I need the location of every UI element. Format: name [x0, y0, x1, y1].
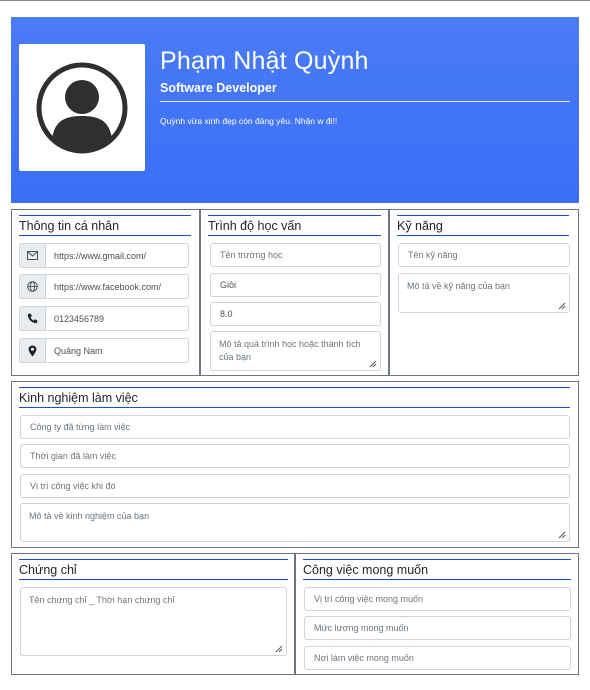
work-position-input[interactable]: Vị trí công việc khi đó: [20, 474, 570, 498]
section-rule-top: [19, 387, 570, 388]
user-avatar-icon: [36, 62, 128, 154]
phone-icon: [19, 306, 46, 331]
desired-salary-input[interactable]: Mức lương mong muốn: [304, 616, 571, 640]
desired-position-input[interactable]: Vị trí công việc mong muốn: [304, 587, 571, 611]
location-pin-icon: [19, 338, 46, 363]
section-rule-top: [303, 559, 571, 560]
school-input[interactable]: Tên trường học: [210, 243, 381, 267]
resize-grip-icon[interactable]: [558, 302, 566, 310]
desired-location-input[interactable]: Nơi làm việc mong muốn: [304, 646, 571, 670]
email-value[interactable]: https://www.gmail.com/: [45, 243, 189, 268]
section-title-certificates: Chứng chỉ: [19, 563, 77, 577]
section-title-skills: Kỹ năng: [397, 219, 443, 233]
section-rule-top: [208, 215, 381, 216]
section-title-experience: Kinh nghiệm làm việc: [19, 391, 138, 405]
section-rule: [19, 579, 288, 580]
resize-grip-icon[interactable]: [558, 531, 566, 539]
section-rule: [397, 235, 569, 236]
profile-name: Phạm Nhật Quỳnh: [160, 47, 369, 75]
section-title-personal: Thông tin cá nhân: [19, 219, 120, 233]
section-rule-top: [19, 559, 288, 560]
section-rule: [303, 579, 571, 580]
section-title-education: Trình độ học vấn: [208, 219, 302, 233]
education-description-textarea[interactable]: Mô tả quá trình học hoặc thành tích của …: [210, 331, 381, 371]
personal-info-panel: Thông tin cá nhân https://www.gmail.com/…: [11, 209, 200, 376]
company-input[interactable]: Công ty đã từng làm việc: [20, 415, 570, 439]
globe-icon: [19, 274, 46, 299]
skills-panel: Kỹ năng Tên kỹ năng Mô tả về kỹ năng của…: [389, 209, 579, 376]
skill-description-placeholder: Mô tả về kỹ năng của bạn: [407, 281, 511, 291]
address-field[interactable]: Quảng Nam: [19, 338, 189, 363]
experience-panel: Kinh nghiệm làm việc Công ty đã từng làm…: [11, 381, 579, 548]
profile-header: Phạm Nhật Quỳnh Software Developer Quỳnh…: [11, 17, 579, 203]
education-description-placeholder: Mô tả quá trình học hoặc thành tích của …: [219, 339, 361, 362]
skill-description-textarea[interactable]: Mô tả về kỹ năng của bạn: [398, 273, 570, 313]
certificates-textarea[interactable]: Tên chứng chỉ _ Thời hạn chứng chỉ: [20, 587, 287, 656]
address-value[interactable]: Quảng Nam: [45, 338, 189, 363]
header-divider: [160, 101, 570, 102]
desired-job-panel: Công việc mong muốn Vị trí công việc mon…: [295, 553, 579, 675]
top-divider: [0, 0, 590, 1]
envelope-icon: [19, 243, 46, 268]
email-field[interactable]: https://www.gmail.com/: [19, 243, 189, 268]
rank-input[interactable]: Giỏi: [210, 273, 381, 297]
certificates-placeholder: Tên chứng chỉ _ Thời hạn chứng chỉ: [29, 595, 175, 605]
certificates-panel: Chứng chỉ Tên chứng chỉ _ Thời hạn chứng…: [11, 553, 295, 675]
resize-grip-icon[interactable]: [275, 645, 283, 653]
experience-description-placeholder: Mô tả về kinh nghiệm của bạn: [29, 511, 150, 521]
profile-bio: Quỳnh vừa xinh đẹp còn đáng yêu. Nhận w …: [160, 116, 338, 126]
resize-grip-icon[interactable]: [369, 360, 377, 368]
section-title-desired-job: Công việc mong muốn: [303, 563, 429, 577]
avatar[interactable]: [19, 44, 145, 171]
profile-role: Software Developer: [160, 81, 277, 95]
gpa-input[interactable]: 8.0: [210, 302, 381, 326]
work-time-input[interactable]: Thời gian đã làm việc: [20, 444, 570, 468]
education-panel: Trình độ học vấn Tên trường học Giỏi 8.0…: [200, 209, 389, 376]
section-rule: [19, 235, 191, 236]
section-rule: [208, 235, 381, 236]
section-rule-top: [19, 215, 191, 216]
phone-value[interactable]: 0123456789: [45, 306, 189, 331]
experience-description-textarea[interactable]: Mô tả về kinh nghiệm của bạn: [20, 503, 570, 542]
website-field[interactable]: https://www.facebook.com/: [19, 274, 189, 299]
skill-name-input[interactable]: Tên kỹ năng: [398, 243, 570, 267]
website-value[interactable]: https://www.facebook.com/: [45, 274, 189, 299]
section-rule: [19, 407, 570, 408]
section-rule-top: [397, 215, 569, 216]
phone-field[interactable]: 0123456789: [19, 306, 189, 331]
